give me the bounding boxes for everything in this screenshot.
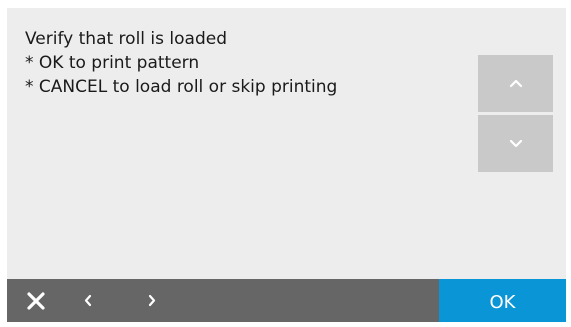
printer-dialog-screen: Verify that roll is loaded * OK to print… <box>7 8 566 322</box>
forward-button[interactable] <box>137 279 167 322</box>
close-icon <box>27 291 45 310</box>
bottom-navigation-bar: OK <box>7 279 566 322</box>
chevron-left-icon <box>84 294 92 307</box>
message-line-3: * CANCEL to load roll or skip printing <box>25 77 338 97</box>
chevron-up-icon <box>509 79 522 88</box>
back-button[interactable] <box>73 279 103 322</box>
cancel-button[interactable] <box>19 279 53 322</box>
chevron-down-icon <box>509 139 522 148</box>
dialog-message: Verify that roll is loaded * OK to print… <box>25 27 465 99</box>
message-line-2: * OK to print pattern <box>25 53 200 73</box>
ok-button[interactable]: OK <box>439 279 566 322</box>
message-line-1: Verify that roll is loaded <box>25 29 227 49</box>
scroll-down-button[interactable] <box>478 115 553 172</box>
scroll-up-button[interactable] <box>478 55 553 112</box>
chevron-right-icon <box>148 294 156 307</box>
